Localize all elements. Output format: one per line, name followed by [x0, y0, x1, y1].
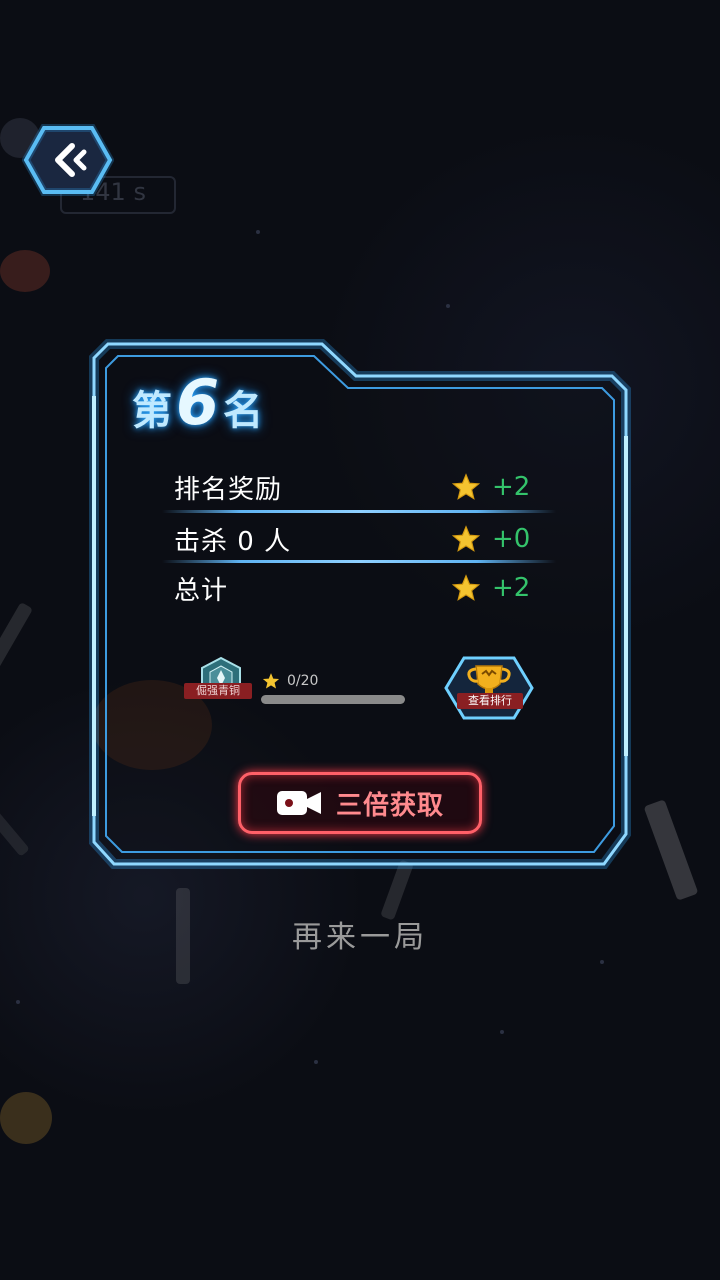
rank-prefix: 第	[132, 388, 172, 434]
reward-label: 击杀 0 人	[174, 526, 292, 557]
triple-reward-label: 三倍获取	[335, 790, 444, 821]
play-again-button[interactable]: 再来一局	[0, 912, 720, 956]
reward-row-total: 总计 +2	[174, 565, 544, 611]
rank-suffix: 名	[223, 388, 264, 434]
star-decoration	[16, 1000, 20, 1004]
reward-value: +0	[452, 524, 544, 554]
reward-amount: +2	[492, 472, 531, 502]
star-decoration	[446, 304, 450, 308]
reward-amount: +2	[492, 573, 531, 603]
double-chevron-left-icon	[21, 124, 115, 196]
tier-progress-text: 0/20	[287, 673, 319, 689]
star-icon	[452, 574, 480, 601]
reward-label: 排名奖励	[174, 474, 283, 505]
row-divider	[162, 510, 556, 513]
reward-row-kills: 击杀 0 人 +0	[174, 516, 544, 562]
triple-reward-button[interactable]: 三倍获取	[238, 772, 482, 834]
rank-title: 第 6 名	[132, 366, 263, 446]
tier-progress-bar	[261, 695, 405, 704]
star-decoration	[600, 960, 604, 964]
reward-label: 总计	[174, 575, 229, 606]
reward-amount: +0	[492, 524, 531, 554]
coin-decoration	[0, 250, 50, 292]
reward-row-rank: 排名奖励 +2	[174, 464, 544, 510]
reward-value: +2	[452, 472, 544, 502]
trophy-icon	[444, 656, 534, 720]
star-decoration	[314, 1060, 318, 1064]
rank-number: 6	[176, 366, 220, 439]
leaderboard-button[interactable]	[442, 654, 536, 722]
leaderboard-label: 查看排行	[457, 693, 523, 709]
back-button[interactable]	[21, 124, 115, 196]
star-icon	[452, 525, 480, 552]
reward-value: +2	[452, 573, 544, 603]
star-decoration	[500, 1030, 504, 1034]
coin-decoration	[0, 1092, 52, 1144]
row-divider	[162, 560, 556, 563]
tier-badge-label: 倔强青铜	[184, 683, 252, 699]
star-decoration	[256, 230, 260, 234]
star-icon	[262, 673, 280, 689]
video-camera-icon	[276, 791, 321, 815]
star-icon	[452, 473, 480, 500]
